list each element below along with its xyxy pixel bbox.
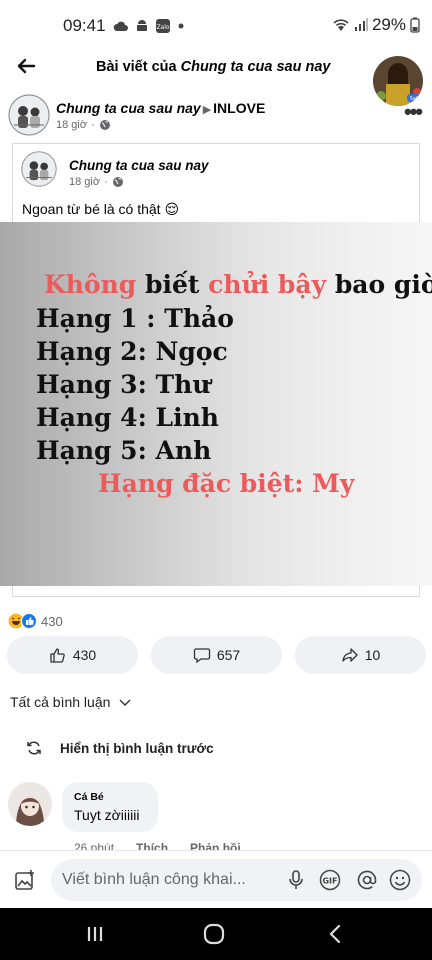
- comment-count: 657: [216, 647, 241, 663]
- more-options-icon[interactable]: •••: [404, 101, 423, 123]
- status-time: 09:41: [63, 16, 106, 35]
- comment-composer: Viết bình luận công khai... GIF: [0, 850, 432, 908]
- shared-post-text: Ngoan từ bé là có thật 😌: [22, 201, 180, 217]
- shared-author-name[interactable]: Chung ta cua sau nay: [69, 158, 209, 173]
- reaction-icons: [8, 613, 37, 629]
- share-button[interactable]: 10: [295, 636, 426, 674]
- image-rank-5: Hạng 5: Anh: [36, 436, 212, 465]
- comment-author[interactable]: Cá Bé: [74, 791, 146, 803]
- signal-icon: [354, 18, 368, 31]
- reaction-summary[interactable]: 430: [8, 613, 63, 629]
- dot-icon: [178, 23, 184, 29]
- arrow-right-icon: ▶: [202, 104, 212, 116]
- reaction-count: 430: [41, 613, 63, 629]
- back-arrow-icon[interactable]: [14, 54, 38, 78]
- show-previous-label: Hiển thị bình luận trước: [60, 740, 214, 756]
- shared-time[interactable]: 18 giờ: [69, 176, 100, 188]
- comment-filter-dropdown[interactable]: Tất cả bình luận: [10, 694, 132, 710]
- page-title: Bài viết của Chung ta cua sau nay: [96, 59, 331, 75]
- like-button[interactable]: 430: [7, 636, 138, 674]
- image-text-mid: biết: [144, 270, 200, 299]
- battery-percent: 29%: [371, 15, 406, 34]
- recent-apps-icon[interactable]: [82, 922, 108, 946]
- cloud-icon: [113, 21, 128, 31]
- post-author-name[interactable]: Chung ta cua sau nay: [56, 100, 201, 116]
- globe-icon: [99, 120, 110, 130]
- battery-icon: [410, 17, 420, 33]
- system-nav-bar: [0, 908, 432, 960]
- status-right: 29%: [332, 15, 420, 35]
- image-rank-1: Hạng 1 : Thảo: [36, 304, 234, 333]
- status-notification-icons: Zalo: [113, 16, 185, 36]
- thumbs-up-icon: [50, 648, 65, 663]
- image-text-red-1: Không: [44, 270, 137, 299]
- title-prefix: Bài viết của: [96, 59, 181, 75]
- mention-icon[interactable]: [356, 869, 378, 891]
- photo-icon[interactable]: [13, 868, 37, 892]
- top-bar: Bài viết của Chung ta cua sau nay Sale: [0, 46, 432, 106]
- status-bar: 09:41 Zalo 29%: [0, 0, 432, 46]
- zalo-icon: Zalo: [156, 19, 170, 33]
- anime-avatar-image: [8, 782, 52, 826]
- home-icon[interactable]: [201, 922, 227, 946]
- dot-separator: ·: [91, 119, 95, 131]
- image-text-line1: Không biết chửi bậy bao giờ: [44, 270, 432, 299]
- comment-input[interactable]: Viết bình luận công khai... GIF: [51, 859, 422, 901]
- share-count: 10: [364, 647, 381, 663]
- wifi-icon: [333, 19, 349, 31]
- screen: 09:41 Zalo 29% Bài viết của Chung ta cua…: [0, 0, 432, 960]
- title-page-name: Chung ta cua sau nay: [180, 59, 331, 75]
- back-icon[interactable]: [322, 922, 348, 946]
- refresh-icon: [27, 741, 41, 755]
- image-rank-3: Hạng 3: Thư: [36, 370, 211, 399]
- like-count: 430: [72, 647, 97, 663]
- chevron-down-icon: [119, 699, 131, 706]
- commenter-avatar[interactable]: [8, 782, 52, 826]
- couple-avatar-image: [8, 94, 50, 136]
- image-rank-2: Hạng 2: Ngọc: [36, 337, 228, 366]
- comment-button[interactable]: 657: [151, 636, 282, 674]
- post-time[interactable]: 18 giờ: [56, 119, 87, 131]
- microphone-icon[interactable]: [285, 869, 307, 891]
- avatar: [8, 94, 50, 136]
- post-target-group[interactable]: INLOVE: [213, 100, 265, 116]
- emoji-icon[interactable]: [389, 869, 411, 891]
- android-icon: [137, 20, 147, 31]
- couple-avatar-image: [21, 151, 57, 187]
- image-text-end: bao giờ: [334, 270, 432, 299]
- post-meta: 18 giờ ·: [56, 119, 111, 131]
- post-author-line: Chung ta cua sau nay ▶ INLOVE: [56, 100, 265, 116]
- show-previous-comments[interactable]: Hiển thị bình luận trước: [26, 740, 214, 756]
- svg-text:Zalo: Zalo: [156, 24, 169, 31]
- gif-icon[interactable]: GIF: [319, 869, 341, 891]
- shared-meta: 18 giờ ·: [69, 176, 124, 188]
- post-image[interactable]: Không biết chửi bậy bao giờ Hạng 1 : Thả…: [0, 222, 432, 586]
- post-author-avatar[interactable]: [8, 94, 50, 136]
- comment-filter-label: Tất cả bình luận: [10, 694, 111, 710]
- share-icon: [342, 648, 358, 662]
- comment-text: Tuyt zờiiiiii: [74, 807, 140, 823]
- avatar: [21, 151, 57, 187]
- svg-text:GIF: GIF: [322, 877, 337, 886]
- shared-author-avatar[interactable]: [21, 151, 57, 187]
- globe-icon: [112, 177, 123, 187]
- comment-input-placeholder: Viết bình luận công khai...: [62, 871, 246, 888]
- comment-bubble[interactable]: Cá Bé Tuyt zờiiiiii: [62, 782, 158, 832]
- image-text-red-2: chửi bậy: [208, 270, 327, 299]
- image-special-rank: Hạng đặc biệt: My: [98, 469, 355, 498]
- image-rank-4: Hạng 4: Linh: [36, 403, 219, 432]
- dot-separator: ·: [104, 176, 108, 188]
- like-reaction-icon: [21, 613, 37, 629]
- comment-icon: [193, 648, 210, 664]
